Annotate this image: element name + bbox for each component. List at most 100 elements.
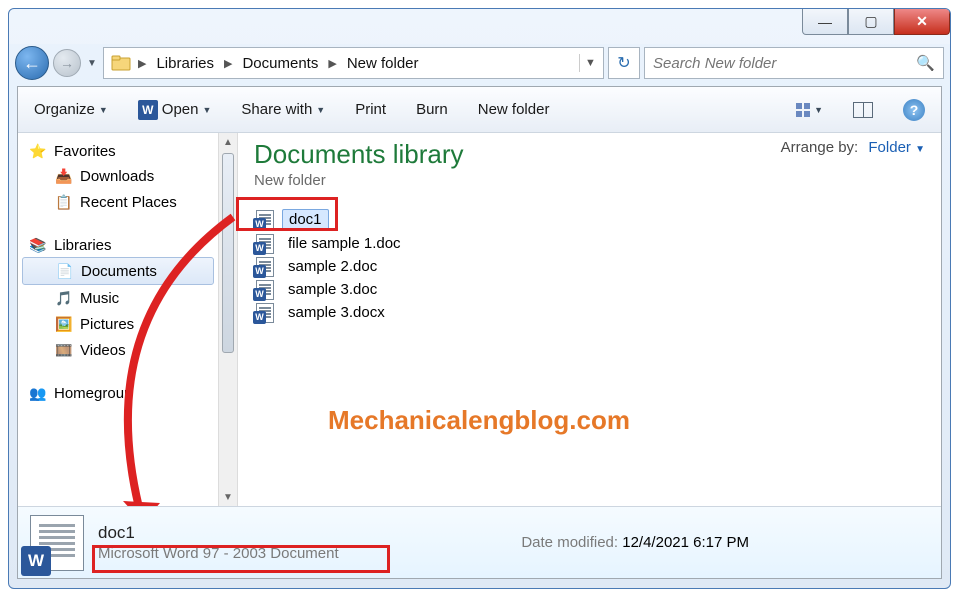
homegroup-label: Homegroup bbox=[54, 385, 132, 402]
search-input[interactable] bbox=[653, 55, 916, 72]
file-name: sample 3.docx bbox=[282, 303, 391, 322]
details-pane: W doc1 Microsoft Word 97 - 2003 Document… bbox=[18, 506, 941, 578]
scroll-thumb[interactable] bbox=[222, 153, 234, 353]
nav-documents[interactable]: 📄 Documents bbox=[22, 257, 214, 285]
breadcrumb-newfolder[interactable]: New folder bbox=[339, 55, 427, 72]
refresh-icon: ↻ bbox=[617, 53, 630, 73]
libraries-label: Libraries bbox=[54, 237, 112, 254]
breadcrumb-documents[interactable]: Documents bbox=[234, 55, 326, 72]
burn-button[interactable]: Burn bbox=[410, 97, 454, 122]
file-item[interactable]: Wsample 2.doc bbox=[254, 255, 925, 278]
word-icon: W bbox=[138, 100, 158, 120]
arrange-by-dropdown[interactable]: Folder ▼ bbox=[868, 139, 925, 156]
chevron-right-icon: ▶ bbox=[326, 57, 338, 70]
close-button[interactable]: ✕ bbox=[894, 9, 950, 35]
chevron-down-icon: ▼ bbox=[814, 105, 823, 115]
nav-downloads[interactable]: 📥 Downloads bbox=[18, 163, 218, 189]
date-modified-value: 12/4/2021 6:17 PM bbox=[622, 534, 749, 551]
libraries-group[interactable]: 📚 Libraries bbox=[18, 233, 218, 257]
arrange-label: Arrange by: bbox=[781, 139, 859, 156]
recent-label: Recent Places bbox=[80, 194, 177, 211]
scroll-down-icon[interactable]: ▼ bbox=[219, 488, 237, 506]
word-doc-icon: W bbox=[254, 211, 276, 229]
downloads-label: Downloads bbox=[80, 168, 154, 185]
folder-icon bbox=[110, 52, 132, 74]
chevron-down-icon: ▼ bbox=[99, 105, 108, 115]
nav-videos[interactable]: 🎞️ Videos bbox=[18, 337, 218, 363]
word-doc-icon: W bbox=[254, 258, 276, 276]
favorites-label: Favorites bbox=[54, 143, 116, 160]
videos-label: Videos bbox=[80, 342, 126, 359]
view-icon bbox=[796, 103, 810, 117]
downloads-icon: 📥 bbox=[54, 167, 74, 185]
arrange-by: Arrange by: Folder ▼ bbox=[781, 139, 925, 156]
search-box[interactable]: 🔍 bbox=[644, 47, 944, 79]
toolbar: Organize ▼ W Open ▼ Share with ▼ Print B… bbox=[18, 87, 941, 133]
nav-pictures[interactable]: 🖼️ Pictures bbox=[18, 311, 218, 337]
file-type-icon: W bbox=[30, 515, 84, 571]
open-menu[interactable]: W Open ▼ bbox=[132, 96, 218, 124]
preview-pane-icon bbox=[853, 102, 873, 118]
scroll-up-icon[interactable]: ▲ bbox=[219, 133, 237, 151]
pictures-icon: 🖼️ bbox=[54, 315, 74, 333]
arrow-right-icon: → bbox=[60, 55, 74, 71]
chevron-down-icon: ▼ bbox=[203, 105, 212, 115]
word-doc-icon: W bbox=[254, 235, 276, 253]
library-title: Documents library bbox=[254, 139, 464, 170]
music-icon: 🎵 bbox=[54, 289, 74, 307]
breadcrumb-dropdown[interactable]: ▼ bbox=[579, 54, 601, 72]
libraries-icon: 📚 bbox=[28, 236, 48, 254]
minimize-button[interactable]: — bbox=[802, 9, 848, 35]
word-doc-icon: W bbox=[254, 281, 276, 299]
print-button[interactable]: Print bbox=[349, 97, 392, 122]
favorites-group[interactable]: ⭐ Favorites bbox=[18, 139, 218, 163]
videos-icon: 🎞️ bbox=[54, 341, 74, 359]
nav-music[interactable]: 🎵 Music bbox=[18, 285, 218, 311]
library-header: Documents library New folder Arrange by:… bbox=[254, 139, 925, 189]
refresh-button[interactable]: ↻ bbox=[608, 47, 640, 79]
documents-icon: 📄 bbox=[55, 262, 75, 280]
share-label: Share with bbox=[241, 101, 312, 118]
file-item[interactable]: Wsample 3.doc bbox=[254, 278, 925, 301]
title-bar: — ▢ ✕ bbox=[9, 9, 950, 44]
breadcrumb-libraries[interactable]: Libraries bbox=[148, 55, 222, 72]
navigation-pane: ⭐ Favorites 📥 Downloads 📋 Recent Places … bbox=[18, 133, 218, 506]
details-date: Date modified: 12/4/2021 6:17 PM bbox=[521, 534, 749, 551]
newfolder-button[interactable]: New folder bbox=[472, 97, 556, 122]
library-subtitle: New folder bbox=[254, 172, 464, 189]
open-label: Open bbox=[162, 101, 199, 118]
file-item[interactable]: Wdoc1 bbox=[254, 207, 925, 232]
homegroup-group[interactable]: 👥 Homegroup bbox=[18, 381, 218, 405]
chevron-right-icon: ▶ bbox=[222, 57, 234, 70]
breadcrumb[interactable]: ▶ Libraries ▶ Documents ▶ New folder ▼ bbox=[103, 47, 604, 79]
file-item[interactable]: Wsample 3.docx bbox=[254, 301, 925, 324]
star-icon: ⭐ bbox=[28, 142, 48, 160]
details-file-type: Microsoft Word 97 - 2003 Document bbox=[98, 545, 339, 562]
file-item[interactable]: Wfile sample 1.doc bbox=[254, 232, 925, 255]
documents-label: Documents bbox=[81, 263, 157, 280]
nav-recent-places[interactable]: 📋 Recent Places bbox=[18, 189, 218, 215]
view-menu[interactable]: ▼ bbox=[790, 99, 829, 121]
help-button[interactable]: ? bbox=[897, 95, 931, 125]
watermark-text: Mechanicalengblog.com bbox=[328, 405, 630, 436]
window-controls: — ▢ ✕ bbox=[802, 9, 950, 35]
file-name: doc1 bbox=[282, 209, 329, 230]
maximize-button[interactable]: ▢ bbox=[848, 9, 894, 35]
file-list: Wdoc1Wfile sample 1.docWsample 2.docWsam… bbox=[254, 207, 925, 324]
help-icon: ? bbox=[903, 99, 925, 121]
burn-label: Burn bbox=[416, 101, 448, 118]
chevron-down-icon: ▼ bbox=[915, 144, 925, 155]
organize-menu[interactable]: Organize ▼ bbox=[28, 97, 114, 122]
back-button[interactable]: ← bbox=[15, 46, 49, 80]
music-label: Music bbox=[80, 290, 119, 307]
share-menu[interactable]: Share with ▼ bbox=[235, 97, 331, 122]
nav-history-dropdown[interactable]: ▼ bbox=[85, 52, 99, 74]
nav-scrollbar[interactable]: ▲ ▼ bbox=[218, 133, 238, 506]
word-icon: W bbox=[21, 546, 51, 576]
homegroup-icon: 👥 bbox=[28, 384, 48, 402]
explorer-window: — ▢ ✕ ← → ▼ ▶ Libraries ▶ Documents ▶ Ne… bbox=[8, 8, 951, 589]
forward-button[interactable]: → bbox=[53, 49, 81, 77]
newfolder-label: New folder bbox=[478, 101, 550, 118]
preview-pane-button[interactable] bbox=[847, 98, 879, 122]
print-label: Print bbox=[355, 101, 386, 118]
